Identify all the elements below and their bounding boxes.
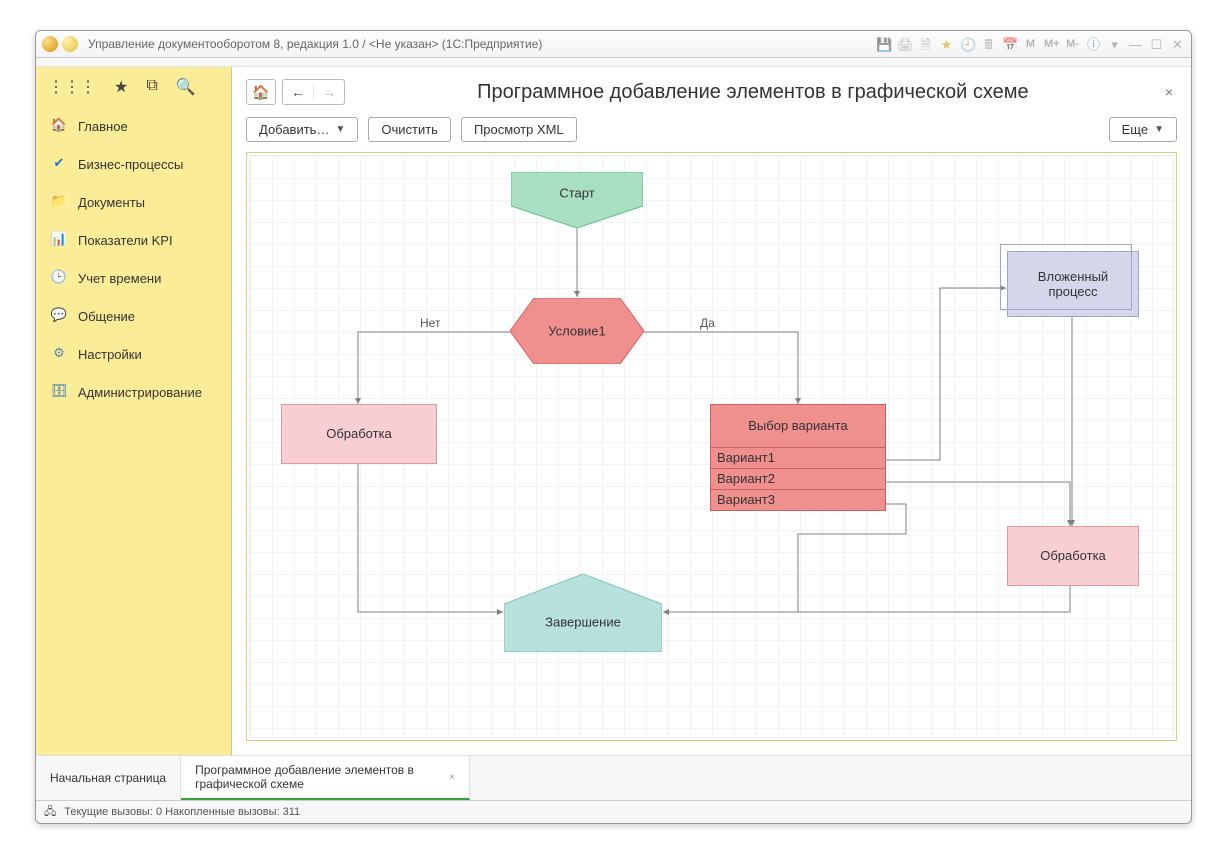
more-button-label: Еще <box>1122 122 1148 137</box>
close-icon[interactable]: ✕ <box>1170 37 1185 52</box>
star-icon[interactable]: ★ <box>114 77 128 97</box>
tab-current[interactable]: Программное добавление элементов в графи… <box>181 756 470 800</box>
house-icon: 🏠 <box>50 117 68 135</box>
variant-option[interactable]: Вариант1 <box>710 447 886 469</box>
back-button[interactable]: ← <box>283 84 313 100</box>
sidebar-item-label: Бизнес-процессы <box>78 157 183 172</box>
node-end[interactable]: Завершение <box>504 574 662 652</box>
favorite-icon[interactable]: ★ <box>939 37 954 52</box>
m-icon[interactable]: M <box>1023 37 1038 52</box>
sidebar-item-kpi[interactable]: 📊 Показатели KPI <box>36 221 231 259</box>
sidebar-item-label: Администрирование <box>78 385 202 400</box>
node-process-right[interactable]: Обработка <box>1007 526 1139 586</box>
gear-icon: ⚙ <box>50 345 68 363</box>
print-icon[interactable]: 🖨 <box>897 37 912 52</box>
database-icon: 🗄 <box>50 383 68 401</box>
tab-label: Программное добавление элементов в графи… <box>195 763 439 791</box>
check-circle-icon: ✔ <box>50 155 68 173</box>
node-process-left[interactable]: Обработка <box>281 404 437 464</box>
folder-icon: 📁 <box>50 193 68 211</box>
edge-label-yes: Да <box>700 316 715 330</box>
node-label: Обработка <box>1040 548 1106 563</box>
more-button[interactable]: Еще ▼ <box>1109 117 1177 142</box>
node-label: Завершение <box>504 615 662 630</box>
chat-icon: 💬 <box>50 307 68 325</box>
save-icon[interactable]: 💾 <box>876 37 891 52</box>
tab-label: Начальная страница <box>50 771 166 785</box>
tab-close-icon[interactable]: × <box>449 772 455 783</box>
sidebar-item-label: Главное <box>78 119 128 134</box>
app-logo-icon <box>42 36 58 52</box>
sidebar: ⋮⋮⋮ ★ ⧉ 🔍 🏠 Главное ✔ Бизнес-процессы 📁 … <box>36 67 232 755</box>
clock-icon: 🕒 <box>50 269 68 287</box>
chevron-down-icon: ▼ <box>1154 124 1164 135</box>
sidebar-item-processes[interactable]: ✔ Бизнес-процессы <box>36 145 231 183</box>
page-close-button[interactable]: × <box>1161 84 1177 100</box>
calculator-icon[interactable]: 🖩 <box>981 37 996 52</box>
sidebar-item-label: Показатели KPI <box>78 233 173 248</box>
calendar-icon[interactable]: 📅 <box>1002 37 1017 52</box>
history-icon[interactable]: 🕘 <box>960 37 975 52</box>
add-button[interactable]: Добавить… ▼ <box>246 117 358 142</box>
apps-grid-icon[interactable]: ⋮⋮⋮ <box>48 77 96 97</box>
minimize-icon[interactable]: — <box>1128 37 1143 52</box>
preview-icon[interactable]: 🗎 <box>918 37 933 52</box>
sidebar-item-chat[interactable]: 💬 Общение <box>36 297 231 335</box>
sidebar-item-label: Документы <box>78 195 145 210</box>
edge-label-no: Нет <box>420 316 440 330</box>
search-icon[interactable]: 🔍 <box>176 77 196 97</box>
network-icon: 🖧 <box>44 803 56 822</box>
node-choice[interactable]: Выбор варианта Вариант1 Вариант2 Вариант… <box>710 404 886 511</box>
app-window: Управление документооборотом 8, редакция… <box>35 30 1192 824</box>
titlebar: Управление документооборотом 8, редакция… <box>36 31 1191 58</box>
m-minus-icon[interactable]: M- <box>1065 37 1080 52</box>
chevron-down-icon[interactable]: ▾ <box>1107 37 1122 52</box>
sidebar-item-admin[interactable]: 🗄 Администрирование <box>36 373 231 411</box>
node-condition[interactable]: Условие1 <box>510 298 644 364</box>
m-plus-icon[interactable]: M+ <box>1044 37 1059 52</box>
window-title: Управление документооборотом 8, редакция… <box>88 37 542 51</box>
sidebar-item-time[interactable]: 🕒 Учет времени <box>36 259 231 297</box>
node-label: Вложенный процесс <box>1008 269 1138 299</box>
add-button-label: Добавить… <box>259 122 329 137</box>
bar-chart-icon: 📊 <box>50 231 68 249</box>
view-xml-button[interactable]: Просмотр XML <box>461 117 577 142</box>
home-button[interactable]: 🏠 <box>246 79 276 105</box>
page-title: Программное добавление элементов в графи… <box>351 81 1155 104</box>
info-icon[interactable]: ⓘ <box>1086 37 1101 52</box>
diagram-canvas[interactable]: Старт Условие1 Нет Да Обработка <box>246 152 1177 741</box>
sidebar-item-settings[interactable]: ⚙ Настройки <box>36 335 231 373</box>
status-bar: 🖧 Текущие вызовы: 0 Накопленные вызовы: … <box>36 800 1191 823</box>
variant-option[interactable]: Вариант3 <box>710 489 886 511</box>
maximize-icon[interactable]: ☐ <box>1149 37 1164 52</box>
forward-button[interactable]: → <box>313 84 344 100</box>
sidebar-item-label: Учет времени <box>78 271 161 286</box>
node-label: Условие1 <box>510 324 644 339</box>
sidebar-item-label: Общение <box>78 309 135 324</box>
tab-start-page[interactable]: Начальная страница <box>36 756 181 800</box>
node-start[interactable]: Старт <box>511 172 643 228</box>
node-label: Выбор варианта <box>710 404 886 448</box>
titlebar-tools: 💾 🖨 🗎 ★ 🕘 🖩 📅 M M+ M- ⓘ ▾ — ☐ ✕ <box>876 37 1185 52</box>
chevron-down-icon: ▼ <box>335 124 345 135</box>
status-text: Текущие вызовы: 0 Накопленные вызовы: 31… <box>64 806 300 818</box>
clear-button[interactable]: Очистить <box>368 117 451 142</box>
node-label: Старт <box>511 186 643 201</box>
sidebar-item-label: Настройки <box>78 347 142 362</box>
system-menu-icon[interactable] <box>62 36 78 52</box>
bottom-tabs: Начальная страница Программное добавлени… <box>36 755 1191 800</box>
node-label: Обработка <box>326 426 392 441</box>
variant-option[interactable]: Вариант2 <box>710 468 886 490</box>
node-subprocess[interactable]: Вложенный процесс <box>1007 251 1139 317</box>
sidebar-item-main[interactable]: 🏠 Главное <box>36 107 231 145</box>
sidebar-item-documents[interactable]: 📁 Документы <box>36 183 231 221</box>
panels-icon[interactable]: ⧉ <box>146 77 157 97</box>
nav-back-forward: ← → <box>282 79 345 105</box>
